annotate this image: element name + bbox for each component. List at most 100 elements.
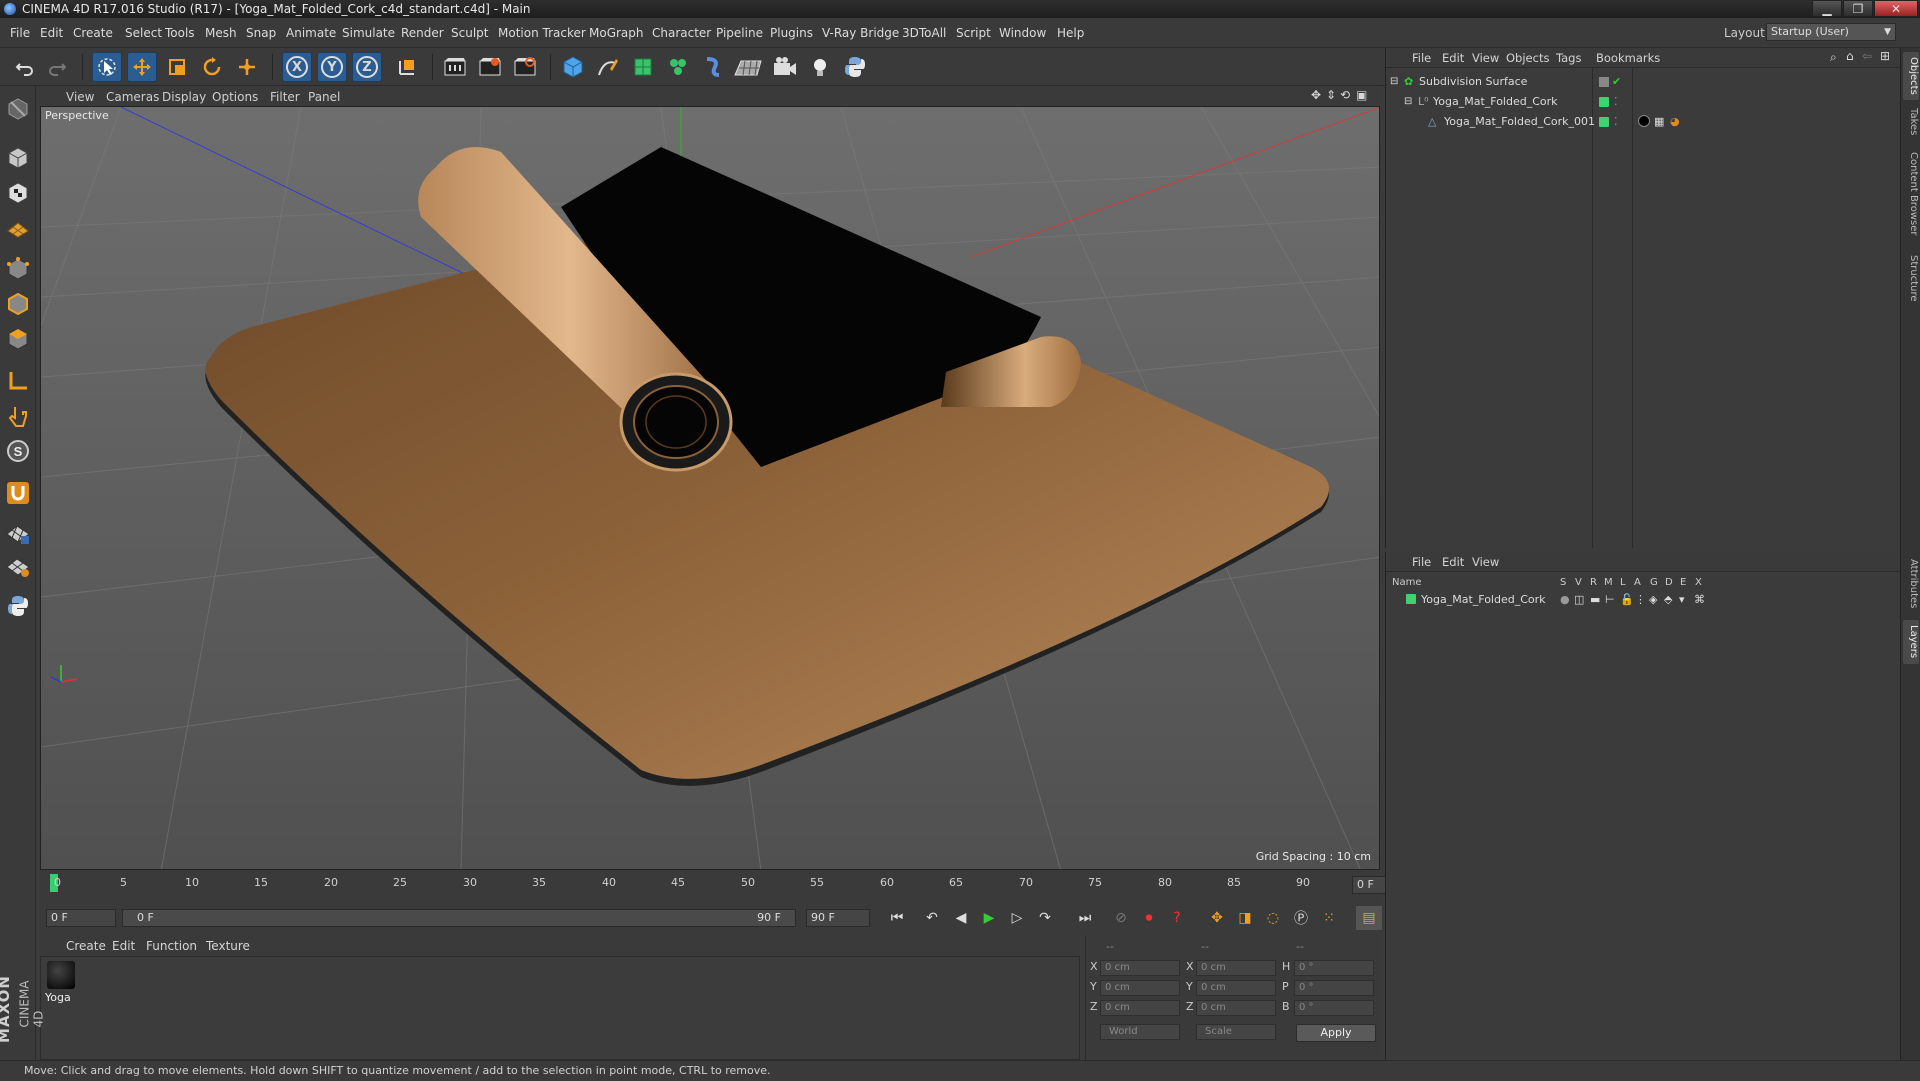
size-z-field[interactable]: 0 cm <box>1196 1000 1276 1016</box>
viewport-camera-label[interactable]: Perspective <box>45 109 109 122</box>
xrefs-toggle-icon[interactable]: ⌘ <box>1694 590 1705 609</box>
make-editable-icon[interactable] <box>3 94 33 124</box>
tab-takes[interactable]: Takes <box>1903 104 1919 140</box>
solo-toggle-icon[interactable]: ● <box>1560 590 1570 609</box>
menu-tools[interactable]: Tools <box>165 26 195 40</box>
menu-motion-tracker[interactable]: Motion Tracker <box>498 26 586 40</box>
key-pla-icon[interactable]: ⁙ <box>1316 906 1342 930</box>
cloner-icon[interactable] <box>663 52 693 82</box>
polygons-mode-icon[interactable] <box>3 324 33 354</box>
pen-spline-icon[interactable] <box>593 52 623 82</box>
play-forward-icon[interactable]: ▶ <box>976 906 1002 930</box>
tab-content-browser[interactable]: Content Browser <box>1903 144 1919 244</box>
render-toggle-icon[interactable]: ▬ <box>1590 590 1600 609</box>
previous-frame-icon[interactable]: ◀ <box>948 906 974 930</box>
menu-help[interactable]: Help <box>1057 26 1084 40</box>
tweak-mode-icon[interactable] <box>3 401 33 431</box>
layer-row[interactable]: Yoga_Mat_Folded_Cork ● ◫ ▬ ⊢ 🔓 ⋮ ◈ ⬘ ▾ ⌘ <box>1386 590 1901 609</box>
key-rotation-icon[interactable]: ◌ <box>1260 906 1286 930</box>
new-window-icon[interactable]: ⊞ <box>1880 49 1890 63</box>
size-x-field[interactable]: 0 cm <box>1196 960 1276 976</box>
layer-col-e[interactable]: E <box>1680 577 1686 588</box>
viewport-menu-view[interactable]: View <box>66 90 94 104</box>
viewport-move-icon[interactable]: ✥ <box>1311 88 1321 102</box>
solo-mode-icon[interactable]: S <box>3 436 33 466</box>
layer-col-x[interactable]: X <box>1695 577 1702 588</box>
render-view-icon[interactable] <box>440 52 470 82</box>
menu-render[interactable]: Render <box>401 26 444 40</box>
tab-layers[interactable]: Layers <box>1903 620 1919 664</box>
layer-color-icon[interactable] <box>1599 117 1609 127</box>
go-to-start-icon[interactable]: ⏮ <box>884 906 910 930</box>
material-menu-texture[interactable]: Texture <box>206 939 250 953</box>
rot-p-field[interactable]: 0 ° <box>1294 980 1374 996</box>
x-axis-lock-icon[interactable]: X <box>282 52 312 82</box>
viewport-menu-filter[interactable]: Filter <box>270 90 300 104</box>
menu-file[interactable]: File <box>10 26 30 40</box>
expressions-toggle-icon[interactable]: ▾ <box>1679 590 1685 609</box>
keyframe-selection-icon[interactable]: ? <box>1164 906 1190 930</box>
edges-mode-icon[interactable] <box>3 289 33 319</box>
layer-col-g[interactable]: G <box>1650 577 1658 588</box>
undo-icon[interactable] <box>10 52 40 82</box>
previous-key-icon[interactable]: ↶ <box>919 906 945 930</box>
collapse-icon[interactable]: ⊟ <box>1390 72 1398 91</box>
viewport-menu-panel[interactable]: Panel <box>308 90 340 104</box>
workplane-mode-icon[interactable] <box>3 213 33 243</box>
texture-tag-icon[interactable]: ▦ <box>1654 112 1664 131</box>
lock-toggle-icon[interactable]: 🔓 <box>1620 590 1634 609</box>
layer-col-d[interactable]: D <box>1665 577 1673 588</box>
layer-menu-view[interactable]: View <box>1472 555 1499 569</box>
viewport-menu-options[interactable]: Options <box>212 90 258 104</box>
autokeying-icon[interactable]: ⏺ <box>1136 906 1162 930</box>
viewport-menu-display[interactable]: Display <box>162 90 206 104</box>
edit-render-settings-icon[interactable] <box>510 52 540 82</box>
phong-tag-icon[interactable]: ◕ <box>1670 112 1680 131</box>
object-row[interactable]: ⊟ ✿ Subdivision Surface ✔ <box>1386 72 1901 91</box>
enabled-check-icon[interactable]: ✔ <box>1612 72 1621 91</box>
scale-icon[interactable] <box>162 52 192 82</box>
menu-mograph[interactable]: MoGraph <box>589 26 644 40</box>
obj-menu-file[interactable]: File <box>1412 51 1431 65</box>
obj-menu-bookmarks[interactable]: Bookmarks <box>1596 51 1660 65</box>
python-script-icon[interactable] <box>3 591 33 621</box>
viewport-zoom-icon[interactable]: ⇕ <box>1326 88 1336 102</box>
layout-select[interactable]: Startup (User) ▼ <box>1766 23 1896 41</box>
size-mode-select[interactable]: Scale <box>1196 1024 1276 1040</box>
coordinate-system-icon[interactable] <box>392 52 422 82</box>
tab-attributes[interactable]: Attributes <box>1903 552 1919 616</box>
menu-sculpt[interactable]: Sculpt <box>451 26 488 40</box>
menu-animate[interactable]: Animate <box>286 26 336 40</box>
layer-color-icon[interactable] <box>1406 594 1416 604</box>
generators-toggle-icon[interactable]: ◈ <box>1649 590 1657 609</box>
layer-col-name[interactable]: Name <box>1392 577 1422 588</box>
obj-menu-objects[interactable]: Objects <box>1506 51 1549 65</box>
coordinate-mode-select[interactable]: World <box>1100 1024 1180 1040</box>
obj-menu-edit[interactable]: Edit <box>1442 51 1464 65</box>
size-y-field[interactable]: 0 cm <box>1196 980 1276 996</box>
y-axis-lock-icon[interactable]: Y <box>317 52 347 82</box>
key-position-icon[interactable]: ✥ <box>1204 906 1230 930</box>
end-frame-field[interactable]: 90 F <box>806 909 870 927</box>
redo-icon[interactable] <box>42 52 72 82</box>
perspective-viewport[interactable]: Perspective Grid Spacing : 10 cm <box>40 106 1380 870</box>
menu-window[interactable]: Window <box>999 26 1046 40</box>
layer-col-r[interactable]: R <box>1590 577 1597 588</box>
layer-color-icon[interactable] <box>1599 97 1609 107</box>
menu-3dtoall[interactable]: 3DToAll <box>902 26 946 40</box>
collapse-icon[interactable]: ⊟ <box>1404 92 1412 111</box>
deformer-icon[interactable] <box>698 52 728 82</box>
material-tag-icon[interactable] <box>1638 115 1650 127</box>
manager-toggle-icon[interactable]: ⊢ <box>1605 590 1615 609</box>
points-mode-icon[interactable] <box>3 254 33 284</box>
view-toggle-icon[interactable]: ◫ <box>1574 590 1584 609</box>
rot-b-field[interactable]: 0 ° <box>1294 1000 1374 1016</box>
object-row[interactable]: △ Yoga_Mat_Folded_Cork_001 ⁚ ▦ ◕ <box>1386 112 1901 131</box>
timeline-window-icon[interactable]: ▤ <box>1356 906 1382 930</box>
visibility-dots-icon[interactable]: ⁚ <box>1614 112 1618 131</box>
apply-button[interactable]: Apply <box>1296 1024 1376 1042</box>
axis-mode-icon[interactable] <box>3 366 33 396</box>
model-mode-icon[interactable] <box>3 143 33 173</box>
start-frame-field[interactable]: 0 F <box>46 909 116 927</box>
menu-create[interactable]: Create <box>73 26 113 40</box>
